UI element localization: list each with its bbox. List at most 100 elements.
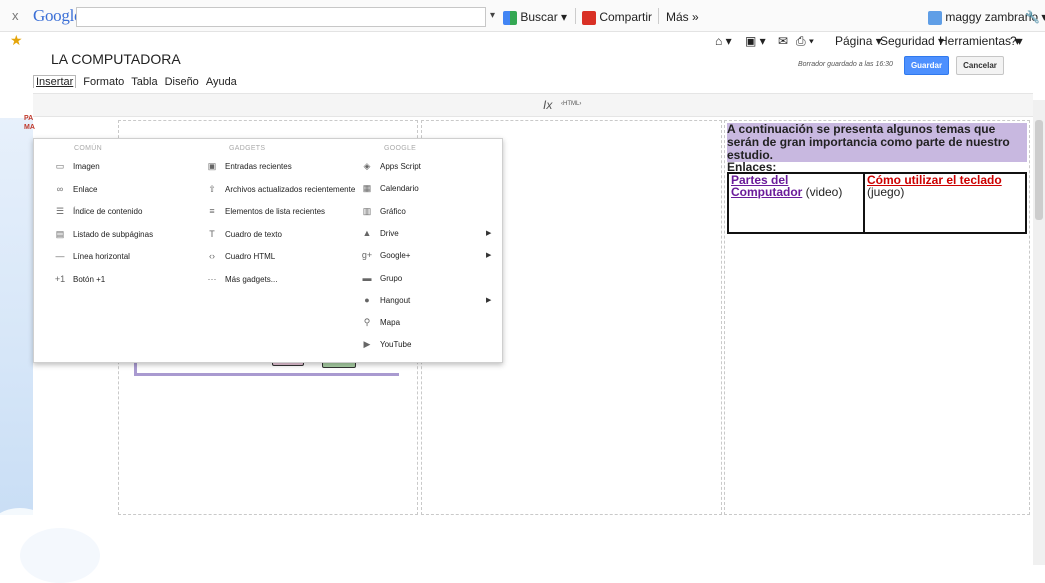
more-gadgets-icon: ··· <box>207 273 217 284</box>
hangout-icon: ● <box>364 294 370 305</box>
menu-insertar[interactable]: Insertar <box>33 75 77 88</box>
clear-format-icon[interactable]: Ix <box>543 98 552 112</box>
print-icon[interactable]: ⎙ ▾ <box>796 34 814 49</box>
menu-item-recent-posts[interactable]: ▣ Entradas recientes <box>206 157 292 175</box>
group-icon: ▬ <box>362 272 372 283</box>
menu-item-map-pin[interactable]: ⚲ Mapa <box>361 313 400 331</box>
menu-item-label: Hangout <box>380 295 411 305</box>
vertical-scrollbar[interactable] <box>1033 100 1045 565</box>
insert-menu-dropdown: COMÚN GADGETS GOOGLE ▭ Imagen ∞ Enlace ☰ Índi… <box>33 138 503 363</box>
menu-diseno[interactable]: Diseño <box>165 76 199 88</box>
menu-item-chart[interactable]: ▥ Gráfico <box>361 202 406 220</box>
menu-item-hr[interactable]: — Línea horizontal <box>54 247 130 265</box>
menu-item-calendar[interactable]: ▦ Calendario <box>361 179 419 197</box>
menu-item-recent-list[interactable]: ≡ Elementos de lista recientes <box>206 202 325 220</box>
page-menu[interactable]: Página ▾ <box>835 34 882 48</box>
security-menu-label: Seguridad <box>880 34 935 48</box>
menu-item-hangout[interactable]: ● Hangout <box>361 291 410 309</box>
page-menu-label: Página <box>835 34 873 48</box>
cancel-button[interactable]: Cancelar <box>956 56 1004 75</box>
header-google: GOOGLE <box>384 145 417 152</box>
menu-item-plus-one[interactable]: +1 Botón +1 <box>54 270 105 288</box>
menu-item-label: Calendario <box>380 184 419 194</box>
recent-files-icon: ⇧ <box>208 183 216 194</box>
menu-item-youtube[interactable]: ▶ YouTube <box>361 335 412 353</box>
avatar <box>928 11 942 25</box>
menu-item-label: Entradas recientes <box>225 162 292 171</box>
menu-item-label: Elementos de lista recientes <box>225 207 326 216</box>
menu-item-label: Línea horizontal <box>73 252 130 261</box>
submenu-arrow-icon: ▶ <box>486 229 492 237</box>
home-icon[interactable]: ⌂ ▾ <box>715 34 732 48</box>
save-button[interactable]: Guardar <box>904 56 949 75</box>
share-button[interactable]: Compartir <box>582 10 652 25</box>
links-table[interactable]: Partes del Computador (video) Cómo utili… <box>727 172 1027 234</box>
cloud-decoration <box>20 528 100 583</box>
recent-list-icon: ≡ <box>209 206 215 216</box>
menu-item-apps-script[interactable]: ◈ Apps Script <box>361 157 421 175</box>
menu-formato[interactable]: Formato <box>83 76 124 88</box>
help-icon[interactable]: ?▾ <box>1010 34 1023 48</box>
menu-item-html-box[interactable]: ‹› Cuadro HTML <box>206 247 275 265</box>
tools-menu-label: Herramientas <box>939 34 1012 48</box>
illustration-frame-line <box>134 373 399 376</box>
close-toolbar-icon[interactable]: x <box>12 8 19 23</box>
menu-item-more-gadgets[interactable]: ··· Más gadgets... <box>206 270 278 288</box>
menu-item-label: Gráfico <box>380 206 406 216</box>
menu-tabla[interactable]: Tabla <box>131 76 157 88</box>
menu-item-label: Botón +1 <box>73 274 106 284</box>
page-area: PA MA LA COMPUTADORA Insertar Formato Tabla… <box>0 50 1045 583</box>
apps-script-icon: ◈ <box>363 161 371 171</box>
search-button[interactable]: Buscar ▾ <box>503 10 567 25</box>
menu-item-label: YouTube <box>380 340 412 350</box>
subpages-icon: ▤ <box>55 228 65 239</box>
menu-item-label: Google+ <box>380 251 411 261</box>
menu-ayuda[interactable]: Ayuda <box>206 76 237 88</box>
chart-icon: ▥ <box>362 205 372 216</box>
map-pin-icon: ⚲ <box>363 317 371 328</box>
links-table-cell[interactable]: Cómo utilizar el teclado (juego) <box>865 174 1025 232</box>
menu-item-drive[interactable]: ▲ Drive <box>361 224 399 242</box>
feeds-icon[interactable]: ▣ ▾ <box>745 34 766 48</box>
menu-item-label: Apps Script <box>380 162 421 171</box>
search-button-label: Buscar <box>520 10 558 24</box>
google-search-input[interactable] <box>76 7 486 27</box>
wrench-icon[interactable]: 🔧 <box>1025 10 1040 24</box>
scrollbar-thumb[interactable] <box>1035 120 1043 220</box>
security-menu[interactable]: Seguridad ▾ <box>880 34 944 48</box>
favorites-star-icon[interactable]: ★ <box>10 32 23 49</box>
toc-icon: ☰ <box>55 206 65 216</box>
menu-item-label: Archivos actualizados recientemente <box>225 184 356 194</box>
left-decoration <box>0 118 100 583</box>
link2-suffix: (juego) <box>867 185 905 199</box>
toolbar-separator <box>658 8 659 24</box>
menu-item-label: Drive <box>380 228 399 238</box>
image-icon: ▭ <box>55 161 65 171</box>
menu-item-label: Cuadro de texto <box>225 229 282 239</box>
menu-item-textbox[interactable]: T Cuadro de texto <box>206 225 282 243</box>
links-table-cell[interactable]: Partes del Computador (video) <box>729 174 865 232</box>
menu-item-google-plus[interactable]: g+ Google+ <box>361 246 411 264</box>
menu-item-image[interactable]: ▭ Imagen <box>54 157 100 175</box>
mail-icon[interactable]: ✉ <box>778 34 788 48</box>
link-partes-computador[interactable]: Partes del Computador <box>731 173 802 199</box>
browser-command-bar: ★ ⌂ ▾ ▣ ▾ ✉ ⎙ ▾ Página ▾ Seguridad ▾ Her… <box>0 32 1045 50</box>
search-dropdown-arrow-icon[interactable]: ▾ <box>490 10 495 21</box>
editor-menubar: Insertar Formato Tabla Diseño Ayuda <box>33 74 244 90</box>
menu-item-subpages[interactable]: ▤ Listado de subpáginas <box>54 225 153 243</box>
menu-item-toc[interactable]: ☰ Índice de contenido <box>54 202 142 220</box>
menu-item-label: Índice de contenido <box>73 207 143 216</box>
submenu-arrow-icon: ▶ <box>486 296 492 304</box>
menu-item-recent-files[interactable]: ⇧ Archivos actualizados recientemente <box>206 180 355 198</box>
tools-menu[interactable]: Herramientas ▾ <box>939 34 1020 48</box>
drive-icon: ▲ <box>362 227 372 238</box>
google-toolbar: x Google ▾ Buscar ▾ Compartir Más » magg… <box>0 0 1045 32</box>
more-button[interactable]: Más » <box>666 10 699 24</box>
menu-item-group[interactable]: ▬ Grupo <box>361 269 403 287</box>
youtube-icon: ▶ <box>363 339 371 350</box>
menu-item-link[interactable]: ∞ Enlace <box>54 180 98 198</box>
html-button[interactable]: ‹HTML› <box>561 101 581 107</box>
intro-paragraph[interactable]: A continuación se presenta algunos temas… <box>727 123 1027 162</box>
menu-item-label: Listado de subpáginas <box>73 229 154 239</box>
google-logo: Google <box>33 6 82 25</box>
